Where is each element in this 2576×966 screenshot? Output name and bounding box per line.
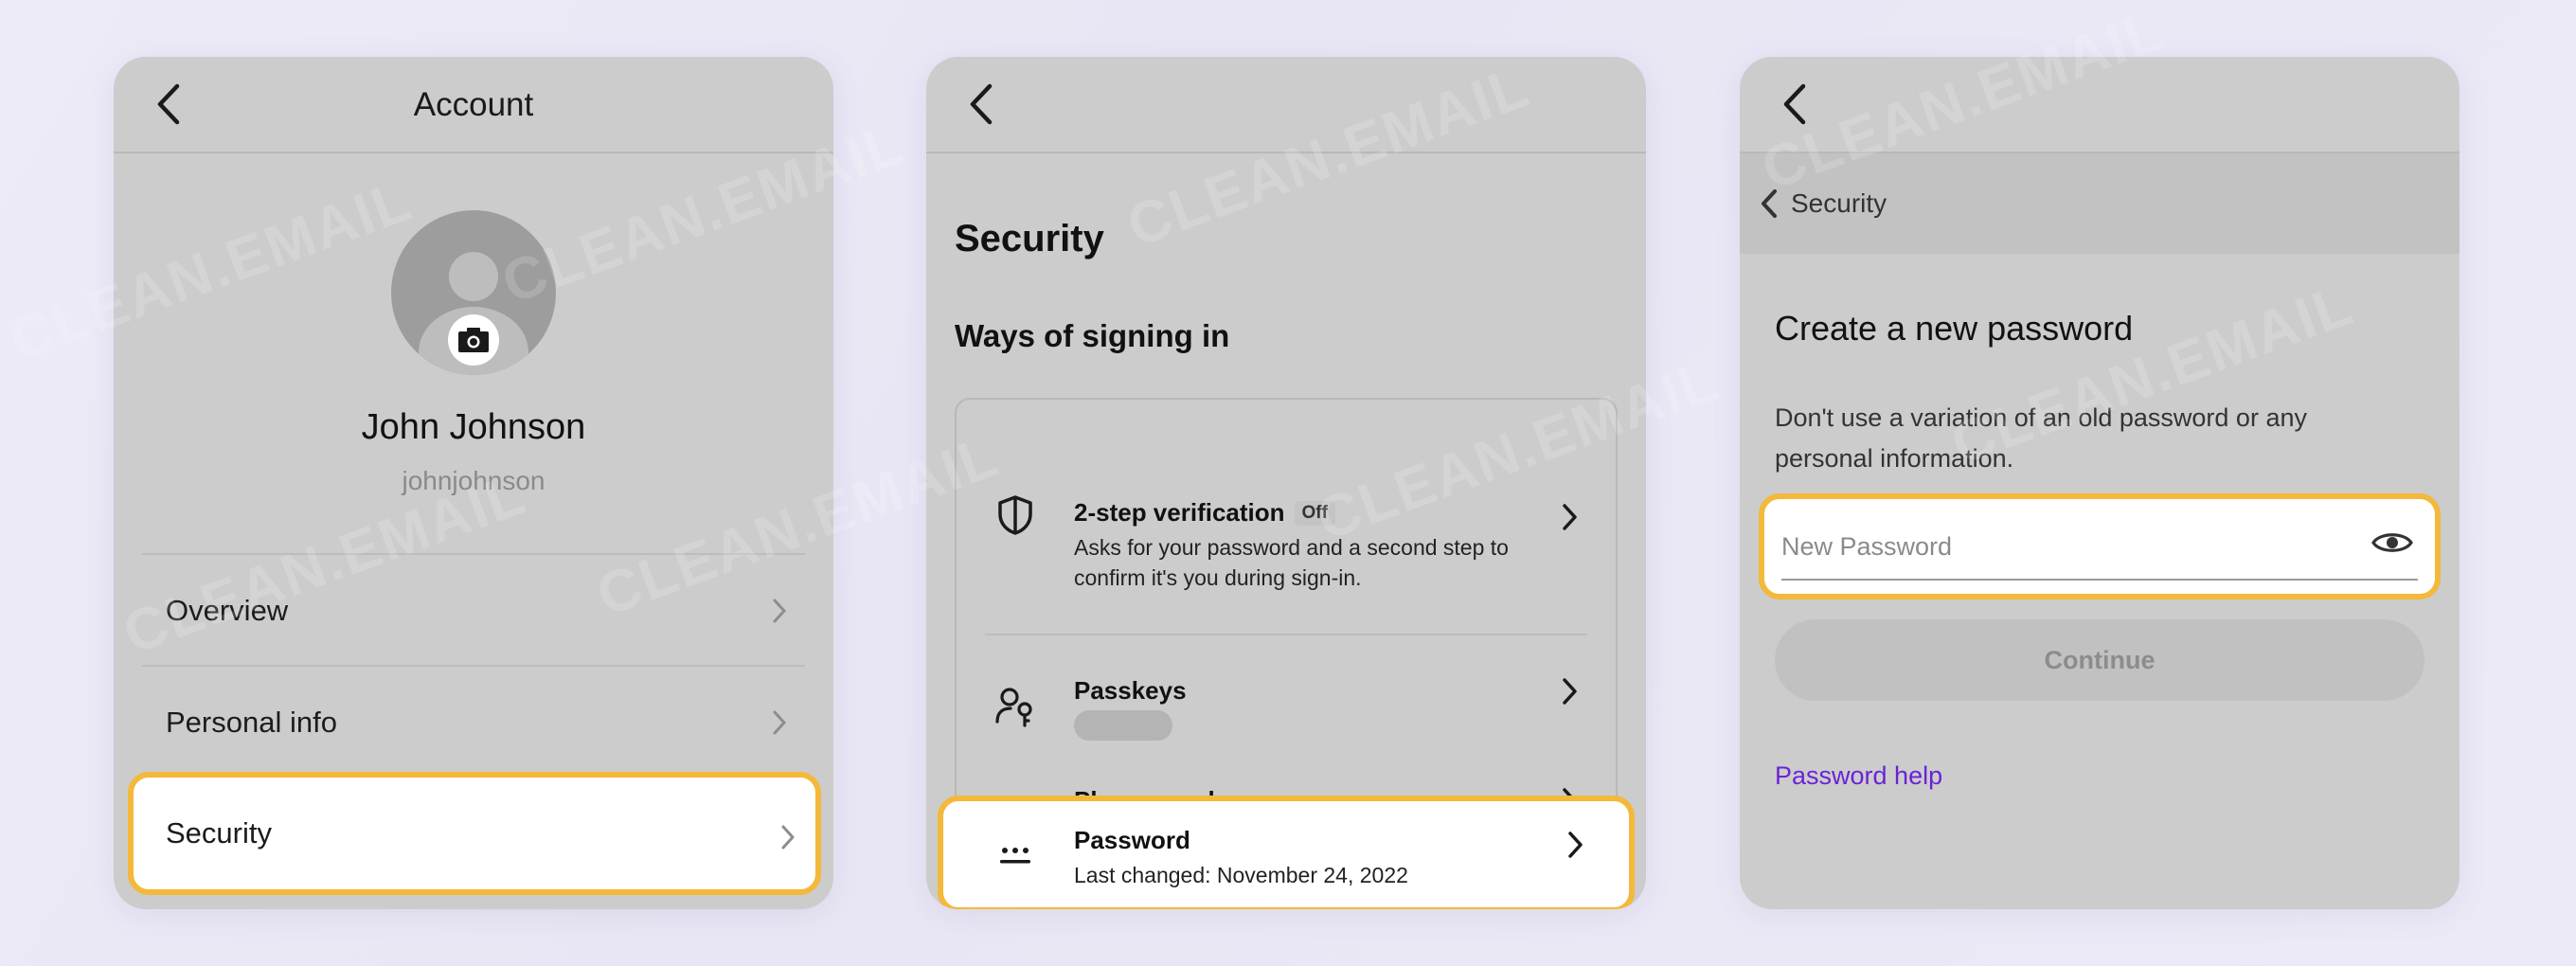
- new-password-header: [1740, 57, 2460, 153]
- person-key-icon: [993, 684, 1038, 729]
- account-panel: Account John Johnson johnjohnson Overvie…: [114, 57, 833, 909]
- section-heading: Ways of signing in: [955, 318, 1230, 353]
- redacted-value: [1074, 710, 1172, 741]
- menu-item-label: Overview: [166, 594, 289, 627]
- row-2-step-verification[interactable]: 2-step verification Off Asks for your pas…: [955, 436, 1618, 597]
- row-password[interactable]: Password Last changed: November 24, 2022: [938, 796, 1635, 909]
- chevron-left-icon: [1783, 83, 1806, 125]
- eye-icon: [2371, 533, 2413, 552]
- row-title: Password: [1074, 826, 1190, 854]
- menu-item-security[interactable]: Security: [128, 772, 821, 895]
- row-description: Asks for your password and a second step…: [1074, 535, 1509, 590]
- security-panel: Security Ways of signing in 2-step verif…: [926, 57, 1646, 909]
- page-title: Create a new password: [1775, 309, 2134, 348]
- chevron-right-icon: [1568, 832, 1583, 858]
- new-password-panel: Security Create a new password Don't use…: [1740, 57, 2460, 909]
- chevron-right-icon: [1563, 678, 1577, 705]
- security-header: [926, 57, 1646, 153]
- menu-item-label: Personal info: [166, 706, 337, 739]
- menu-item-overview[interactable]: Overview: [142, 556, 805, 666]
- row-passkeys[interactable]: Passkeys: [955, 636, 1618, 742]
- row-description: Last changed: November 24, 2022: [1074, 863, 1408, 887]
- chevron-right-icon: [773, 710, 786, 735]
- user-name: John Johnson: [361, 407, 586, 447]
- chevron-left-icon: [1762, 189, 1777, 218]
- continue-button[interactable]: Continue: [1775, 619, 2424, 701]
- new-password-field: [1759, 493, 2441, 599]
- divider: [985, 634, 1587, 635]
- breadcrumb-label: Security: [1791, 188, 1887, 218]
- shield-icon: [993, 492, 1038, 538]
- back-button[interactable]: [953, 76, 1010, 133]
- breadcrumb[interactable]: Security: [1740, 153, 2460, 254]
- page-title: Security: [955, 218, 1104, 259]
- user-username: johnjohnson: [402, 466, 546, 495]
- menu-item-label: Security: [166, 816, 272, 850]
- divider: [142, 553, 805, 555]
- show-password-toggle[interactable]: [2369, 524, 2416, 562]
- password-help-link[interactable]: Password help: [1775, 761, 1942, 791]
- status-badge: Off: [1294, 501, 1335, 526]
- chevron-right-icon: [773, 599, 786, 623]
- chevron-left-icon: [970, 83, 993, 125]
- chevron-right-icon: [781, 825, 795, 850]
- camera-icon: [448, 314, 499, 366]
- page-title: Account: [413, 86, 534, 123]
- chevron-right-icon: [1563, 504, 1577, 530]
- new-password-input[interactable]: [1781, 524, 2359, 569]
- password-dots-icon: [993, 832, 1038, 877]
- row-title: 2-step verification: [1074, 498, 1285, 527]
- divider: [142, 665, 805, 667]
- change-photo-button[interactable]: [446, 313, 501, 367]
- menu-item-personal-info[interactable]: Personal info: [142, 668, 805, 778]
- row-title: Passkeys: [1074, 676, 1187, 705]
- password-guidance: Don't use a variation of an old password…: [1775, 403, 2307, 473]
- input-underline: [1781, 579, 2418, 581]
- back-button[interactable]: [1766, 76, 1823, 133]
- account-header: Account: [114, 57, 833, 153]
